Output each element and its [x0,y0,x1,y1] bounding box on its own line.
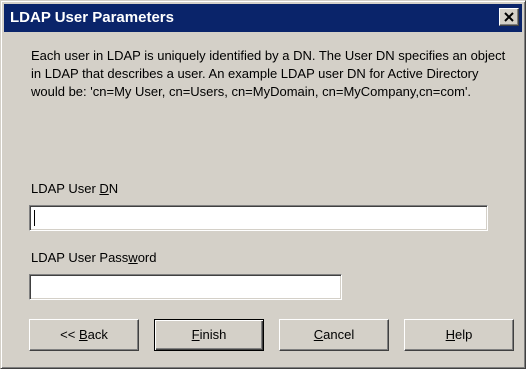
text-caret [34,210,35,226]
finish-button[interactable]: Finish [154,319,264,351]
close-icon [504,12,514,22]
user-dn-label: LDAP User DN [31,181,119,196]
description-text: Each user in LDAP is uniquely identified… [31,48,506,99]
password-input[interactable] [29,274,342,300]
dialog-title: LDAP User Parameters [10,9,174,26]
title-bar: LDAP User Parameters [4,4,522,32]
close-button[interactable] [499,8,519,26]
user-dn-input[interactable] [29,205,488,231]
cancel-button[interactable]: Cancel [279,319,389,351]
ldap-user-parameters-dialog: LDAP User Parameters Each user in LDAP i… [0,0,526,369]
help-button[interactable]: Help [404,319,514,351]
password-label: LDAP User Password [31,250,157,265]
back-button[interactable]: << Back [29,319,139,351]
